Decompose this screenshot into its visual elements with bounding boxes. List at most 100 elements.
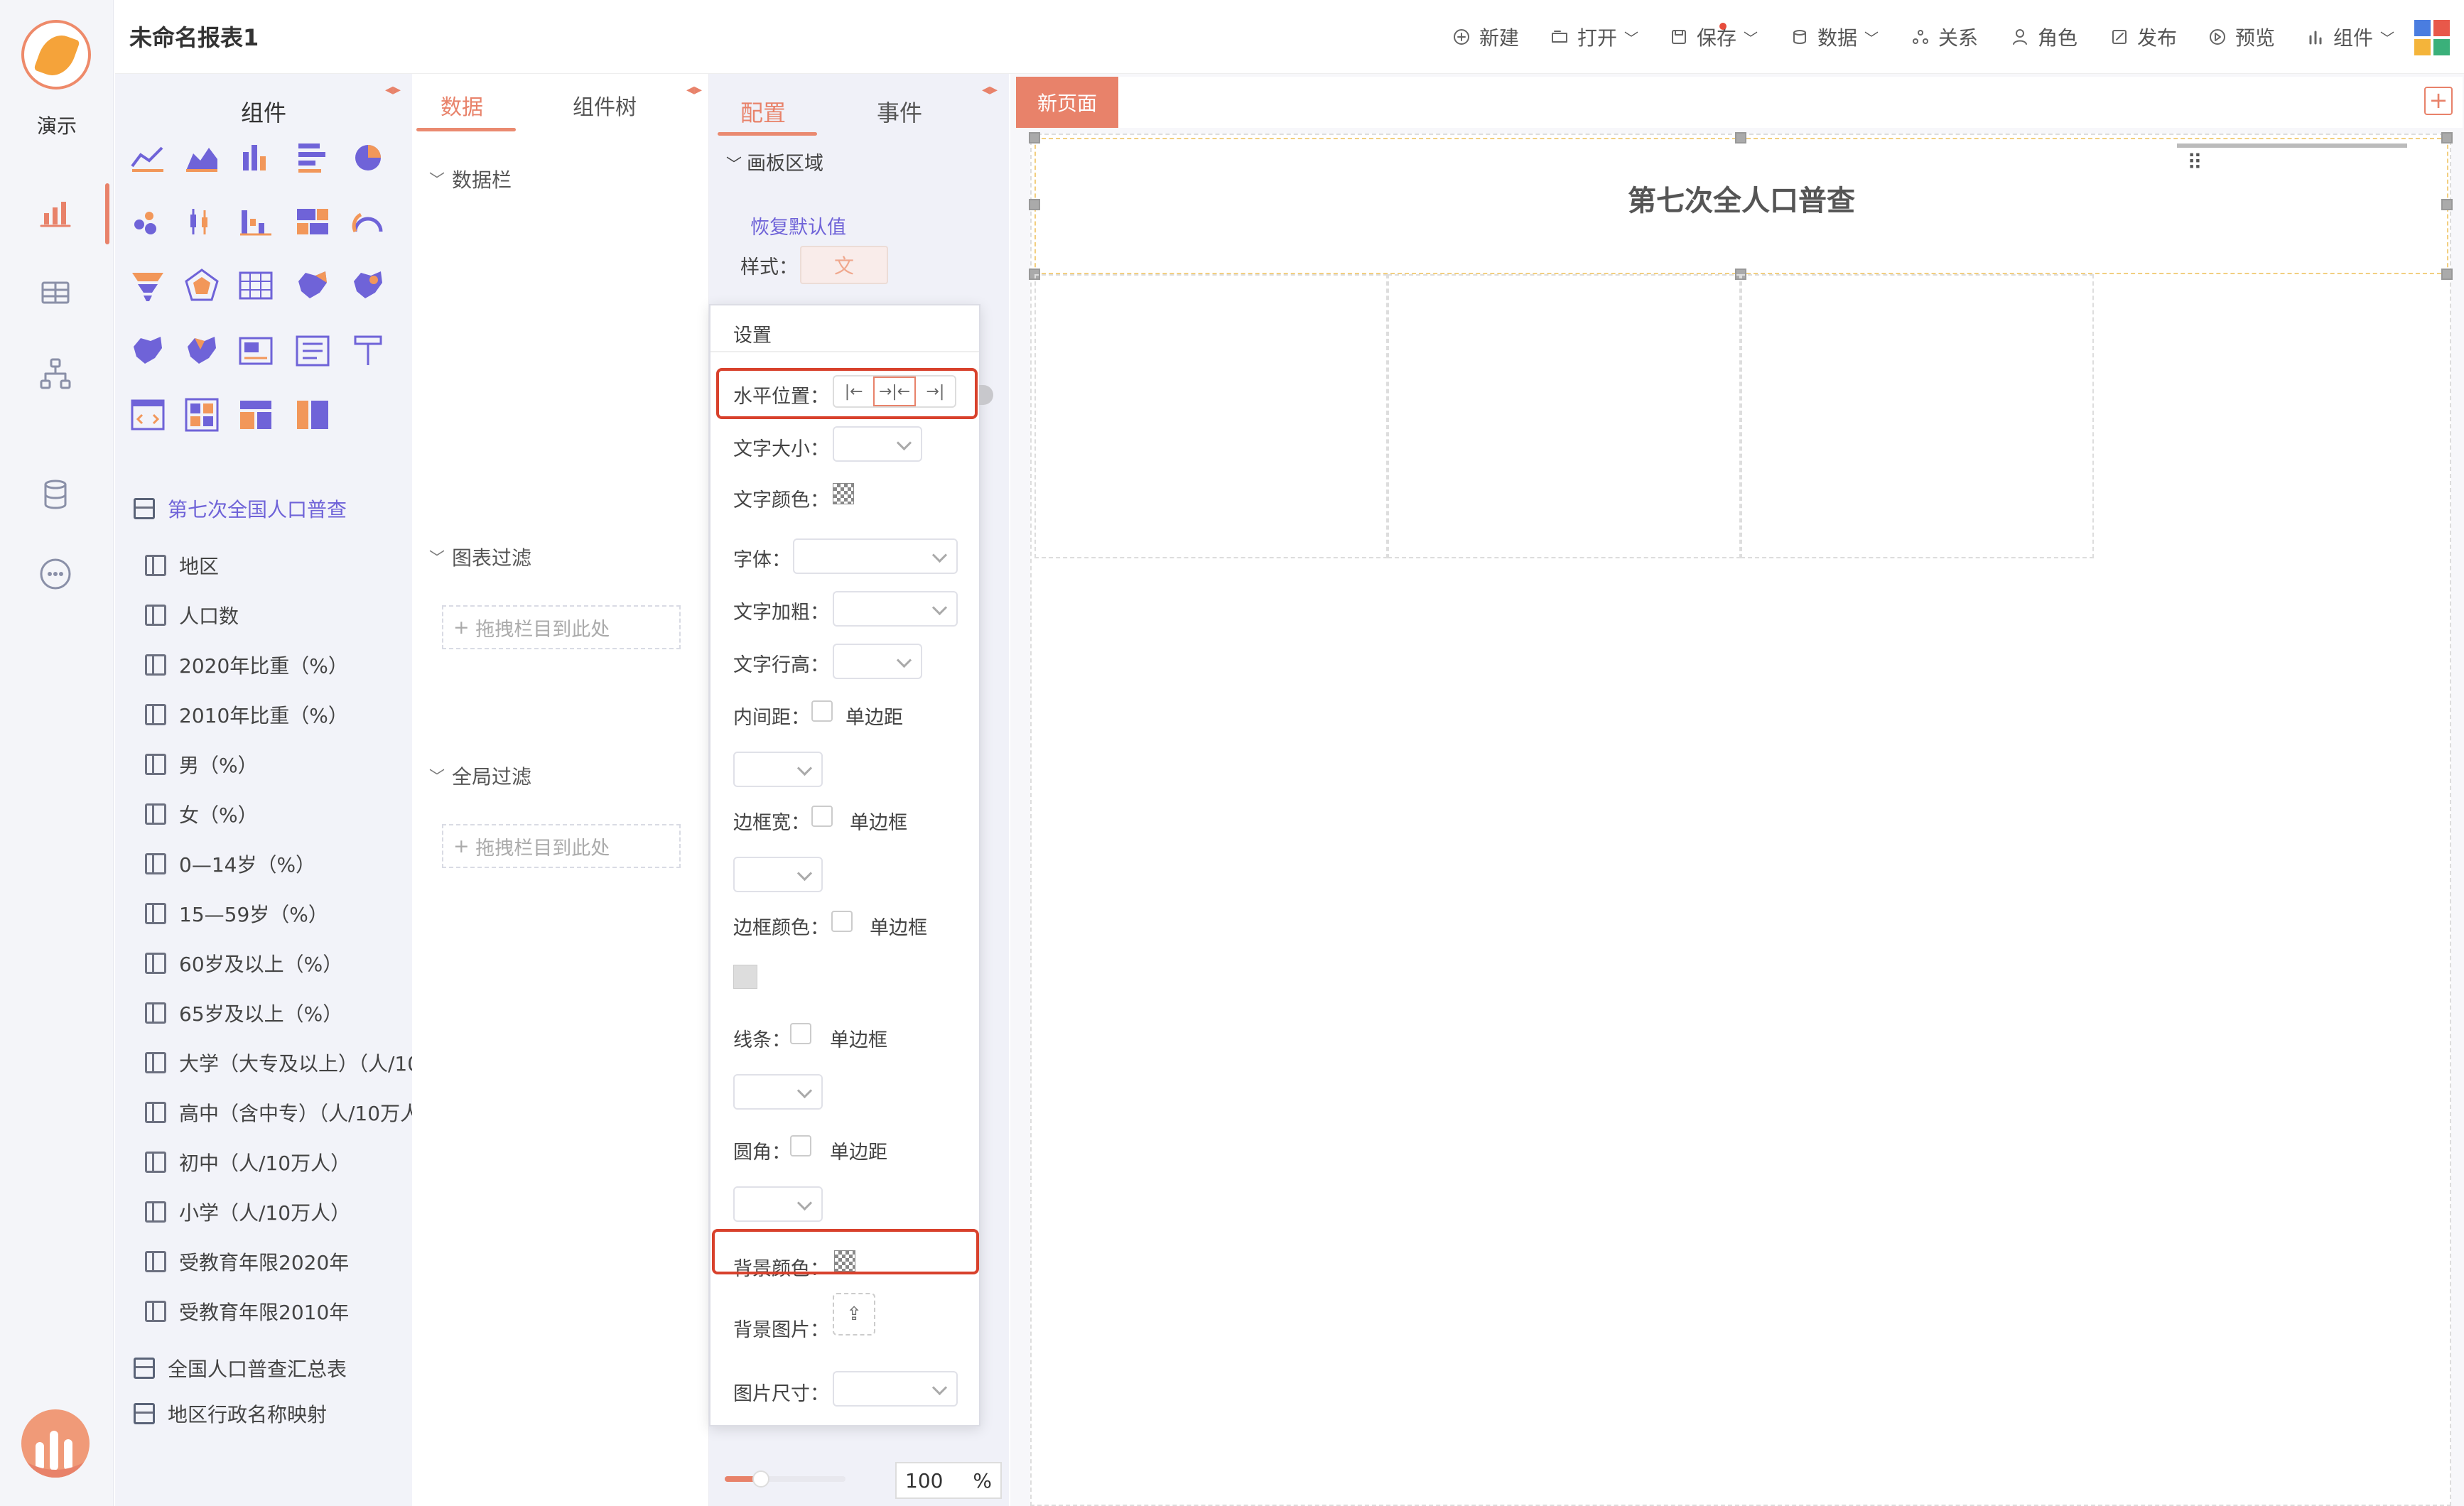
hierarchy-icon[interactable]: [34, 352, 77, 395]
line-chart-icon[interactable]: [129, 139, 166, 176]
treemap-chart-icon[interactable]: [294, 203, 331, 240]
radar-chart-icon[interactable]: [183, 267, 220, 304]
table-icon[interactable]: [34, 271, 77, 314]
single-radius-checkbox[interactable]: [790, 1135, 811, 1156]
radius-select[interactable]: [733, 1186, 823, 1222]
field-item[interactable]: 小学（人/10万人）: [145, 1198, 418, 1226]
data-menu[interactable]: 数据 ﹀: [1789, 21, 1879, 53]
layout-cell[interactable]: [1388, 274, 1741, 558]
html-icon[interactable]: [129, 396, 166, 433]
drag-handle-icon[interactable]: ⠿: [2187, 151, 2203, 175]
china-map-icon[interactable]: [294, 267, 331, 304]
section-canvas-area[interactable]: ﹀ 画板区域: [726, 148, 823, 175]
border-width-select[interactable]: [733, 857, 823, 892]
single-border-color-checkbox[interactable]: [831, 911, 853, 932]
publish-button[interactable]: 发布: [2109, 21, 2177, 53]
image-size-select[interactable]: [833, 1371, 958, 1407]
role-button[interactable]: 角色: [2009, 21, 2077, 53]
dataset-item[interactable]: 全国人口普查汇总表: [134, 1354, 407, 1382]
tab-data[interactable]: 数据: [441, 90, 483, 121]
zoom-slider-handle[interactable]: [752, 1470, 769, 1488]
border-color-picker[interactable]: [733, 965, 757, 989]
bar-chart-icon[interactable]: [237, 139, 274, 176]
field-item[interactable]: 受教育年限2020年: [145, 1247, 418, 1276]
field-item[interactable]: 人口数: [145, 601, 418, 629]
resize-handle[interactable]: [2441, 199, 2453, 210]
field-item[interactable]: 初中（人/10万人）: [145, 1148, 418, 1176]
field-item[interactable]: 地区: [145, 551, 418, 580]
layout-cell[interactable]: [1034, 274, 1388, 558]
style-button[interactable]: 文: [800, 246, 888, 284]
reset-default-link[interactable]: 恢复默认值: [750, 212, 846, 239]
resize-handle[interactable]: [2441, 132, 2453, 143]
single-border-checkbox[interactable]: [811, 806, 833, 827]
chart-filter-dropzone[interactable]: + 拖拽栏目到此处: [442, 605, 681, 649]
dataset-item[interactable]: 地区行政名称映射: [134, 1399, 407, 1428]
area-chart-icon[interactable]: [183, 139, 220, 176]
text-icon[interactable]: [294, 332, 331, 369]
font-weight-select[interactable]: [833, 591, 958, 627]
field-item[interactable]: 65岁及以上（%）: [145, 999, 418, 1027]
single-line-checkbox[interactable]: [790, 1023, 811, 1044]
field-item[interactable]: 女（%）: [145, 800, 418, 828]
field-item[interactable]: 高中（含中专）（人/10万人）: [145, 1098, 418, 1127]
china-map-2-icon[interactable]: [350, 267, 387, 304]
collapse-arrows-icon[interactable]: ◂▸: [385, 81, 401, 99]
china-map-3-icon[interactable]: [129, 332, 166, 369]
upload-icon[interactable]: ⇪: [833, 1293, 875, 1336]
field-item[interactable]: 受教育年限2010年: [145, 1297, 418, 1326]
field-item[interactable]: 2010年比重（%）: [145, 700, 418, 729]
font-family-select[interactable]: [793, 538, 958, 574]
padding-select[interactable]: [733, 752, 823, 787]
candlestick-chart-icon[interactable]: [183, 203, 220, 240]
new-button[interactable]: 新建: [1451, 21, 1519, 53]
resize-handle[interactable]: [1029, 199, 1040, 210]
layout-b-icon[interactable]: [294, 396, 331, 433]
gauge-chart-icon[interactable]: [350, 203, 387, 240]
field-item[interactable]: 大学（大专及以上）（人/10万人）: [145, 1049, 418, 1077]
tab-config[interactable]: 配置: [740, 95, 786, 128]
tab-event[interactable]: 事件: [877, 95, 922, 128]
collapse-arrows-icon[interactable]: ◂▸: [686, 81, 702, 99]
collapse-arrows-icon[interactable]: ◂▸: [982, 81, 998, 99]
image-icon[interactable]: [237, 332, 274, 369]
resize-handle[interactable]: [1735, 132, 1746, 143]
font-size-select[interactable]: [833, 426, 922, 462]
component-menu[interactable]: 组件 ﹀: [2305, 21, 2394, 53]
grid-icon[interactable]: [183, 396, 220, 433]
scatter-chart-icon[interactable]: [129, 203, 166, 240]
theme-grid-icon[interactable]: [2414, 20, 2450, 55]
table-icon[interactable]: [237, 267, 274, 304]
horizontal-bar-chart-icon[interactable]: [294, 139, 331, 176]
field-item[interactable]: 男（%）: [145, 750, 418, 779]
section-global-filter[interactable]: ﹀ 全局过滤: [429, 762, 531, 790]
section-chart-filter[interactable]: ﹀ 图表过滤: [429, 543, 531, 571]
single-padding-checkbox[interactable]: [811, 700, 833, 722]
add-page-button[interactable]: +: [2424, 87, 2453, 115]
more-icon[interactable]: [34, 553, 77, 595]
waterfall-chart-icon[interactable]: [237, 203, 274, 240]
resize-handle[interactable]: [2441, 269, 2453, 280]
line-select[interactable]: [733, 1074, 823, 1110]
preview-button[interactable]: 预览: [2207, 21, 2275, 53]
funnel-chart-icon[interactable]: [129, 267, 166, 304]
user-avatar[interactable]: [21, 1409, 90, 1478]
pie-chart-icon[interactable]: [350, 139, 387, 176]
report-title[interactable]: 未命名报表1: [129, 20, 259, 53]
tab-component-tree[interactable]: 组件树: [573, 90, 637, 121]
pillar-icon[interactable]: [350, 332, 387, 369]
field-item[interactable]: 0—14岁（%）: [145, 850, 418, 878]
resize-handle[interactable]: [1029, 132, 1040, 143]
title-component[interactable]: 第七次全人口普查 ⠿: [1034, 138, 2448, 274]
database-icon[interactable]: [34, 473, 77, 516]
page-tab[interactable]: 新页面: [1016, 77, 1118, 128]
section-data-column[interactable]: ﹀ 数据栏: [429, 165, 512, 193]
zoom-input[interactable]: 100%: [895, 1462, 1002, 1499]
dataset-item[interactable]: 第七次全国人口普查: [134, 494, 407, 523]
field-item[interactable]: 15—59岁（%）: [145, 899, 418, 928]
open-button[interactable]: 打开 ﹀: [1549, 21, 1638, 53]
china-map-4-icon[interactable]: [183, 332, 220, 369]
font-color-picker[interactable]: [833, 483, 854, 504]
field-item[interactable]: 2020年比重（%）: [145, 651, 418, 679]
report-chart-icon[interactable]: [34, 192, 77, 234]
